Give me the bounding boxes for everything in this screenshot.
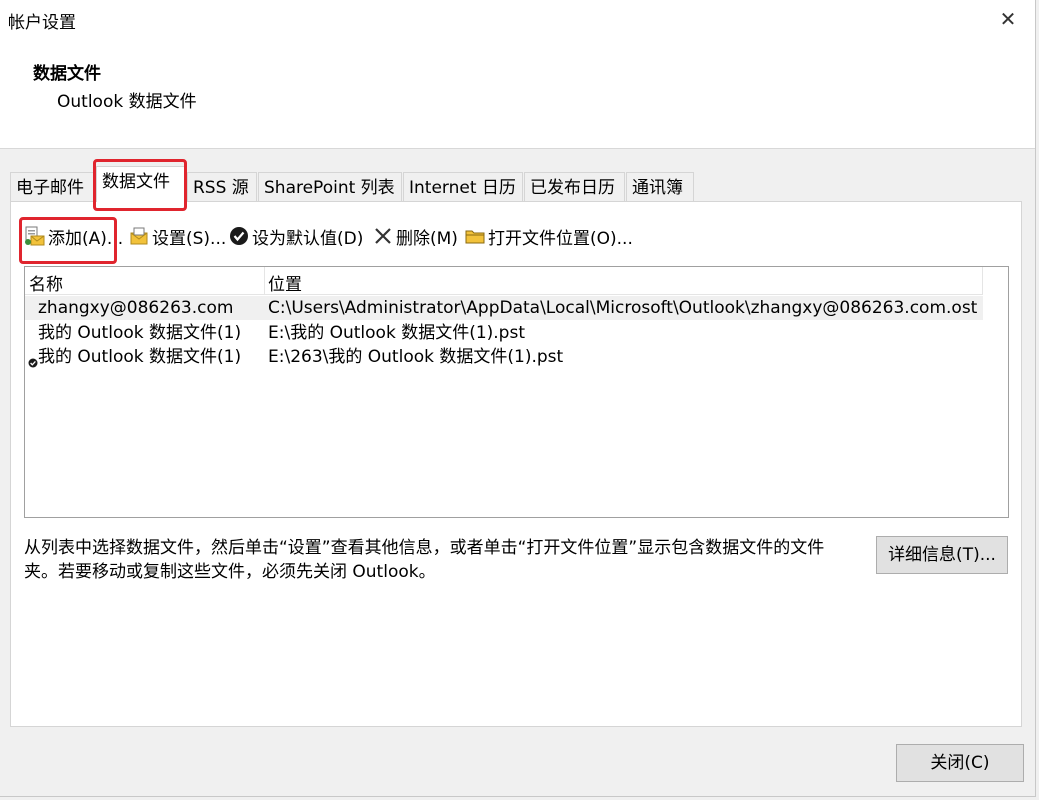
column-header-location[interactable]: 位置: [268, 270, 302, 295]
set-default-button[interactable]: 设为默认值(D): [228, 222, 363, 250]
column-divider[interactable]: [264, 267, 265, 294]
list-item[interactable]: zhangxy@086263.com C:\Users\Administrato…: [25, 296, 983, 320]
list-item[interactable]: 我的 Outlook 数据文件(1) E:\我的 Outlook 数据文件(1)…: [25, 321, 983, 345]
settings-button[interactable]: 设置(S)...: [128, 222, 226, 250]
list-header: 名称 位置: [25, 267, 983, 295]
data-file-list[interactable]: 名称 位置 zhangxy@086263.com C:\Users\Admini…: [24, 266, 1009, 518]
list-item[interactable]: 我的 Outlook 数据文件(1) E:\263\我的 Outlook 数据文…: [25, 345, 983, 369]
open-file-location-label: 打开文件位置(O)...: [488, 228, 633, 249]
set-default-button-label: 设为默认值(D): [252, 228, 364, 249]
title-bar: 帐户设置 ✕: [0, 0, 1035, 40]
checkmark-circle-icon: [228, 225, 250, 247]
delete-button-label: 删除(M): [396, 228, 458, 249]
folder-icon: [464, 225, 486, 247]
column-divider[interactable]: [982, 267, 983, 294]
add-data-file-icon: [24, 225, 46, 247]
open-file-location-button[interactable]: 打开文件位置(O)...: [464, 222, 633, 250]
tab-internet-calendar[interactable]: Internet 日历: [403, 172, 523, 201]
add-button[interactable]: 添加(A)...: [24, 222, 123, 250]
close-icon[interactable]: ✕: [997, 6, 1019, 32]
tab-published-calendar[interactable]: 已发布日历: [524, 172, 625, 201]
file-location: E:\我的 Outlook 数据文件(1).pst: [268, 323, 525, 343]
page-header: 数据文件 Outlook 数据文件: [0, 40, 1035, 149]
instruction-text: 从列表中选择数据文件，然后单击“设置”查看其他信息，或者单击“打开文件位置”显示…: [24, 538, 825, 582]
file-name: 我的 Outlook 数据文件(1): [38, 323, 242, 343]
column-header-name[interactable]: 名称: [29, 270, 63, 295]
delete-button[interactable]: 删除(M): [372, 222, 458, 250]
add-button-label: 添加(A)...: [48, 228, 124, 249]
account-settings-window: 帐户设置 ✕ 数据文件 Outlook 数据文件 电子邮件 数据文件 RSS 源…: [0, 0, 1036, 797]
page-title: 数据文件: [33, 64, 101, 84]
file-location: C:\Users\Administrator\AppData\Local\Mic…: [268, 298, 978, 318]
tab-address-book[interactable]: 通讯簿: [626, 172, 694, 201]
settings-icon: [128, 225, 150, 247]
tab-data-files[interactable]: 数据文件: [96, 166, 186, 202]
tab-sharepoint[interactable]: SharePoint 列表: [258, 172, 402, 201]
default-check-icon: [28, 351, 38, 368]
tab-rss[interactable]: RSS 源: [187, 172, 257, 201]
page-subtitle: Outlook 数据文件: [57, 92, 197, 112]
file-location: E:\263\我的 Outlook 数据文件(1).pst: [268, 347, 564, 367]
tab-email[interactable]: 电子邮件: [10, 172, 94, 201]
settings-button-label: 设置(S)...: [152, 228, 227, 249]
close-button[interactable]: 关闭(C): [896, 744, 1024, 782]
delete-x-icon: [372, 225, 394, 247]
file-name: 我的 Outlook 数据文件(1): [38, 347, 242, 367]
window-title: 帐户设置: [8, 13, 76, 33]
details-button[interactable]: 详细信息(T)...: [876, 536, 1008, 574]
file-name: zhangxy@086263.com: [38, 298, 234, 318]
